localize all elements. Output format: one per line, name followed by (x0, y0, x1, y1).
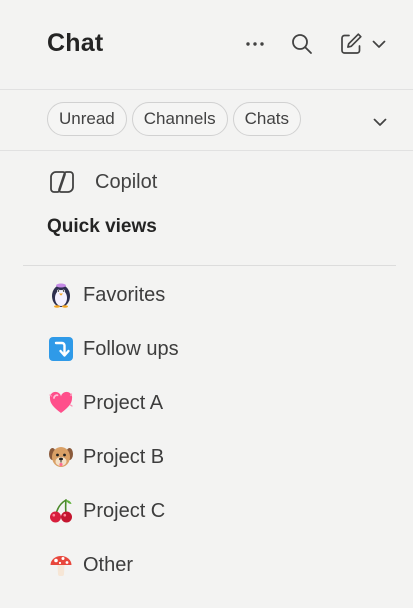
follow-up-arrow-icon (47, 335, 75, 363)
header-divider (0, 89, 413, 90)
filter-expand-button[interactable] (366, 108, 394, 136)
list-item-project-c[interactable]: Project C (47, 495, 165, 527)
cherries-icon (47, 497, 75, 525)
copilot-icon (50, 171, 74, 193)
filter-chats[interactable]: Chats (232, 102, 302, 136)
quick-views-title: Quick views (47, 216, 157, 237)
search-button[interactable] (287, 29, 317, 59)
filter-channels[interactable]: Channels (131, 102, 228, 136)
copilot-label: Copilot (95, 170, 158, 193)
chevron-down-icon (372, 40, 386, 48)
more-horizontal-icon (246, 42, 264, 46)
list-item-follow-ups[interactable]: Follow ups (47, 333, 179, 365)
filter-divider (0, 150, 413, 151)
chat-header: Chat (0, 0, 413, 89)
search-icon (292, 34, 312, 54)
penguin-icon (47, 281, 75, 309)
filter-unread[interactable]: Unread (47, 102, 127, 136)
list-item-label: Other (83, 553, 134, 576)
copilot-item[interactable]: Copilot (46, 166, 157, 198)
more-options-button[interactable] (240, 29, 270, 59)
list-item-project-b[interactable]: Project B (47, 441, 164, 473)
filter-pills: Unread Channels Chats (47, 102, 302, 136)
page-title: Chat (47, 29, 104, 57)
list-item-label: Project A (83, 391, 164, 414)
chat-panel: Chat Unread Channels Chats Copilot Quick… (0, 0, 413, 608)
chevron-down-icon (373, 118, 387, 126)
list-item-other[interactable]: Other (47, 549, 133, 581)
quick-views-divider (23, 265, 396, 266)
mushroom-icon (47, 551, 75, 579)
list-item-label: Favorites (83, 283, 166, 306)
list-item-label: Project B (83, 445, 165, 468)
compose-icon (341, 33, 362, 54)
new-chat-button[interactable] (335, 29, 391, 59)
list-item-label: Project C (83, 499, 166, 522)
list-item-label: Follow ups (83, 337, 179, 360)
dog-icon (47, 443, 75, 471)
list-item-project-a[interactable]: Project A (47, 387, 163, 419)
list-item-favorites[interactable]: Favorites (47, 279, 165, 311)
heart-icon (47, 389, 75, 417)
